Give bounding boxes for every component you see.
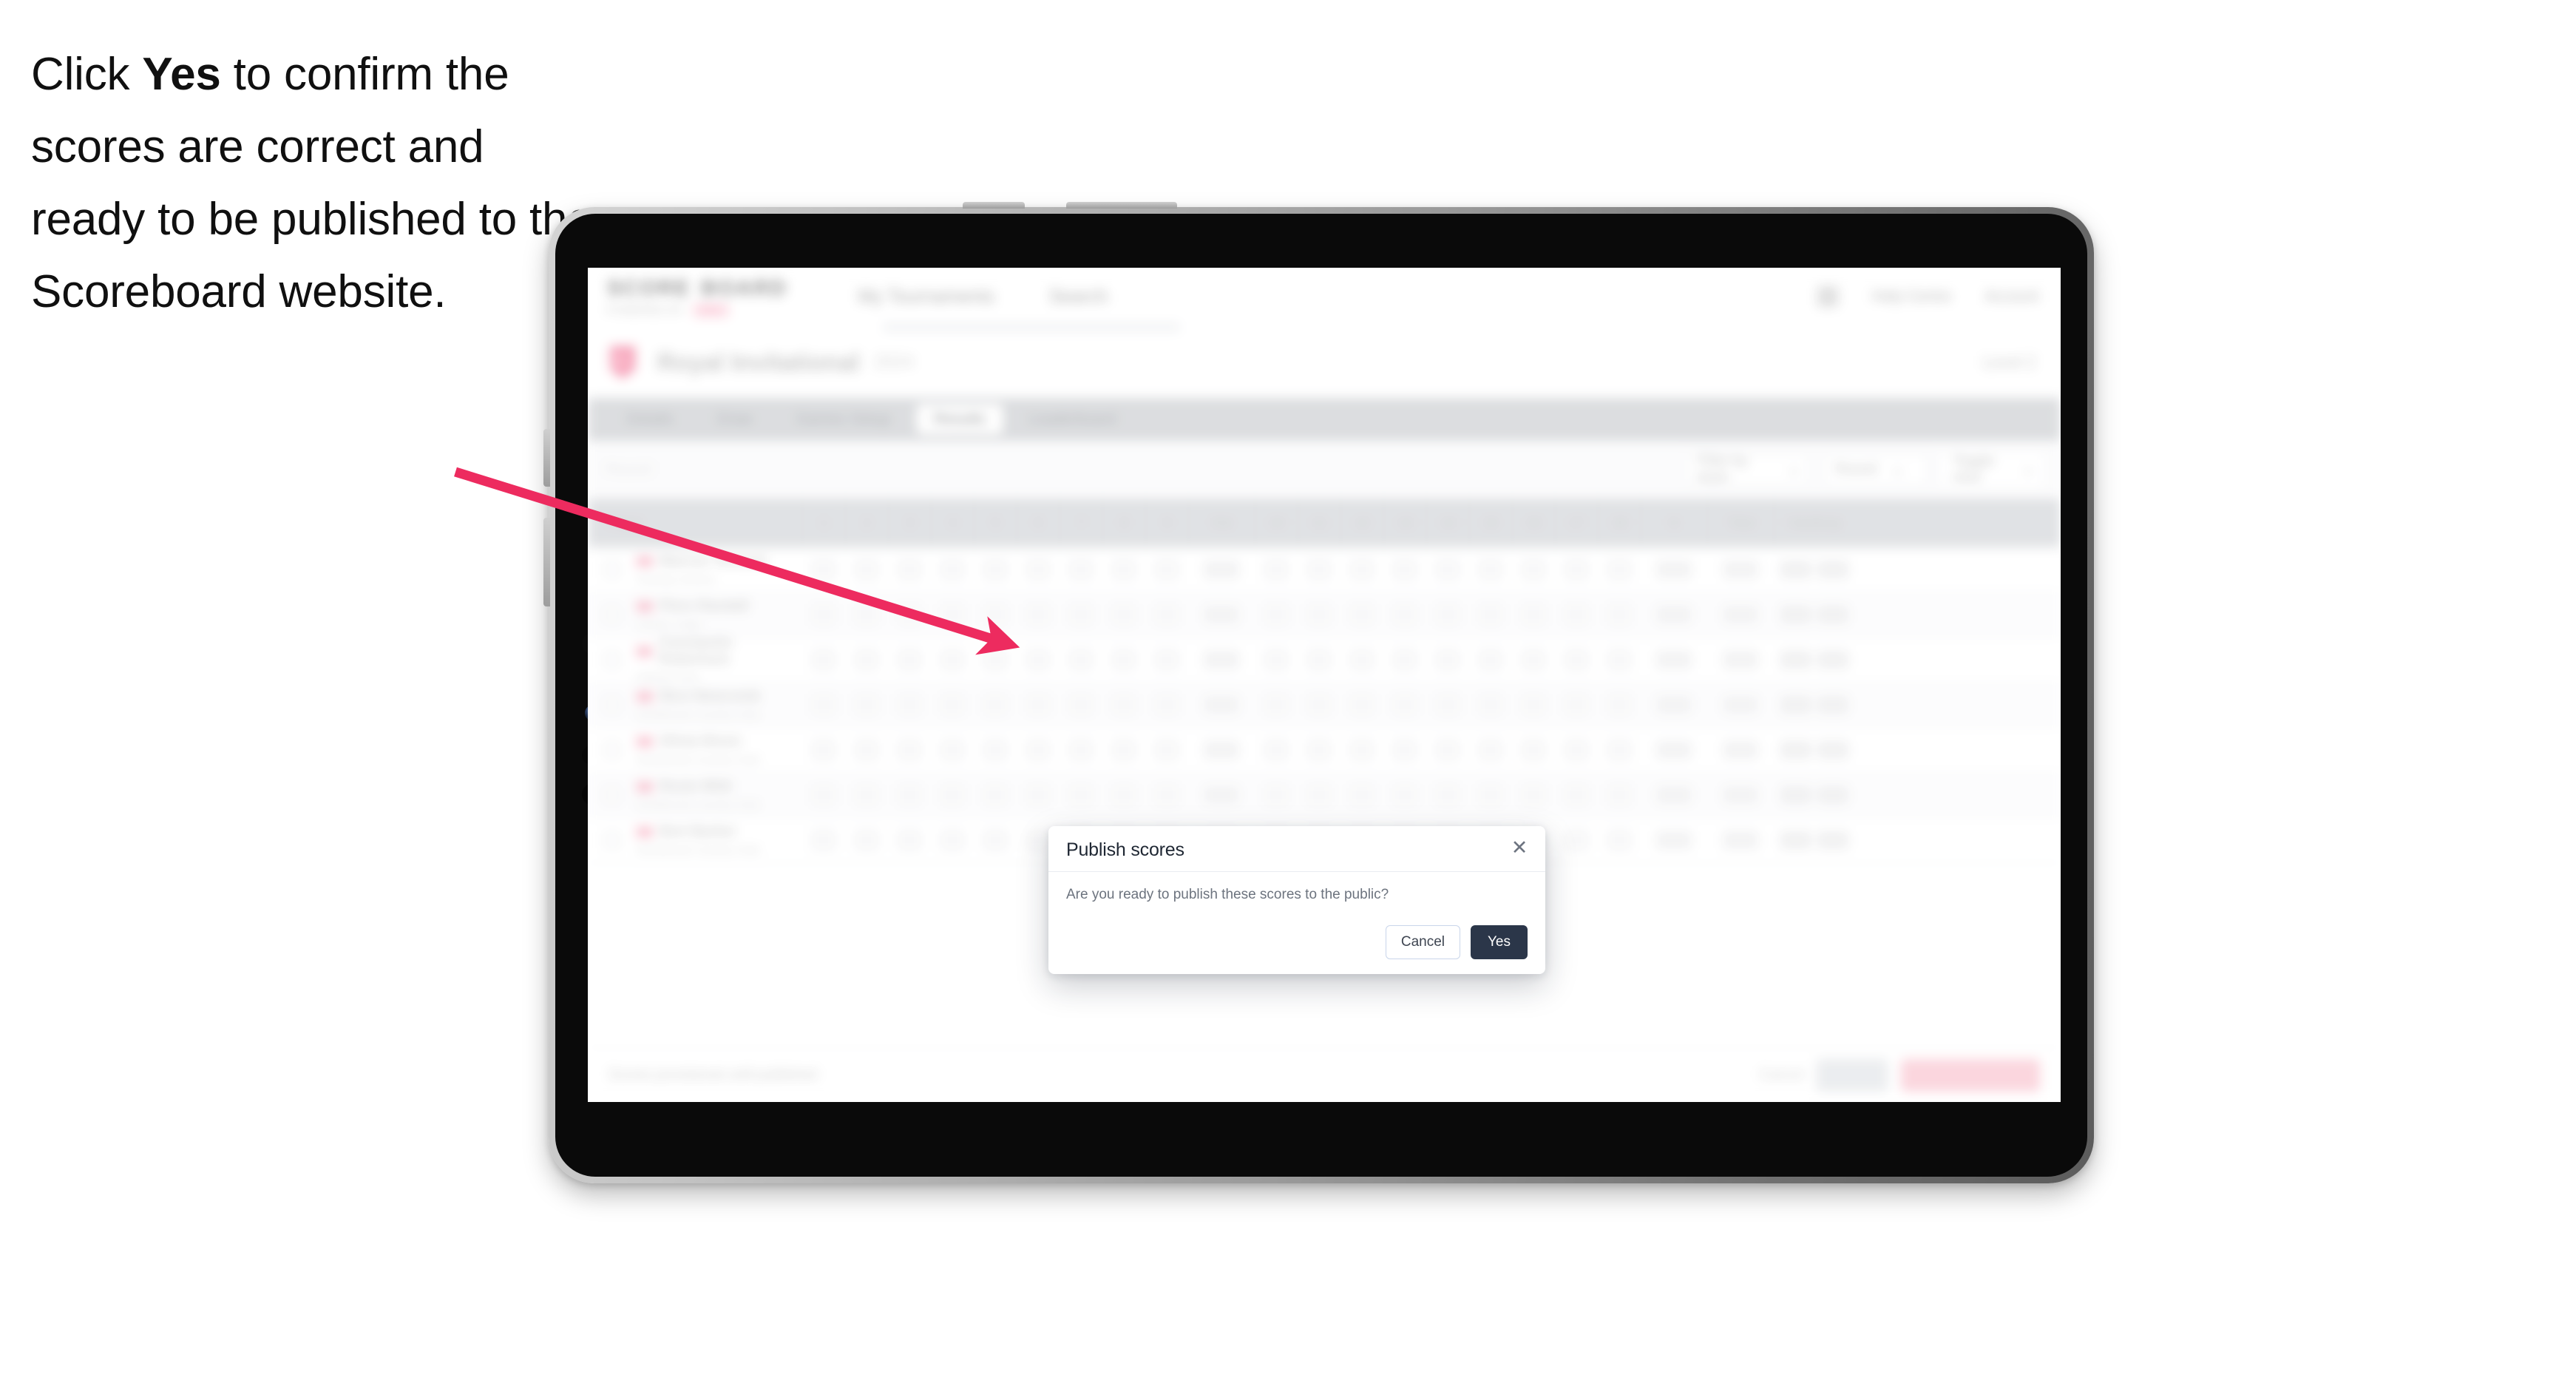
- publish-scores-dialog: Publish scores ✕ Are you ready to publis…: [1048, 826, 1545, 974]
- cancel-button[interactable]: Cancel: [1385, 925, 1460, 959]
- dialog-actions: Cancel Yes: [1048, 925, 1545, 974]
- device-button-top-b: [1066, 202, 1177, 209]
- tablet-device-frame: SCORE BOARD POWERED BY RED My Tournament…: [543, 202, 2094, 1183]
- device-button-left-a: [543, 429, 550, 487]
- dialog-title: Publish scores: [1066, 839, 1184, 860]
- device-button-top-a: [963, 202, 1025, 209]
- screenshot-root: Click Yes to confirm the scores are corr…: [0, 0, 2576, 1386]
- instruction-emphasis: Yes: [142, 49, 221, 100]
- dialog-body: Are you ready to publish these scores to…: [1048, 872, 1545, 905]
- yes-button[interactable]: Yes: [1471, 925, 1528, 959]
- dialog-message: Are you ready to publish these scores to…: [1066, 887, 1389, 902]
- modal-overlay: [588, 268, 2061, 1102]
- tablet-screen: SCORE BOARD POWERED BY RED My Tournament…: [588, 268, 2061, 1102]
- device-bezel: SCORE BOARD POWERED BY RED My Tournament…: [555, 214, 2087, 1177]
- device-button-left-b: [543, 518, 550, 606]
- dialog-header: Publish scores ✕: [1048, 826, 1545, 872]
- close-icon[interactable]: ✕: [1508, 836, 1531, 859]
- instruction-text-before: Click: [31, 49, 143, 100]
- instruction-callout: Click Yes to confirm the scores are corr…: [31, 38, 593, 328]
